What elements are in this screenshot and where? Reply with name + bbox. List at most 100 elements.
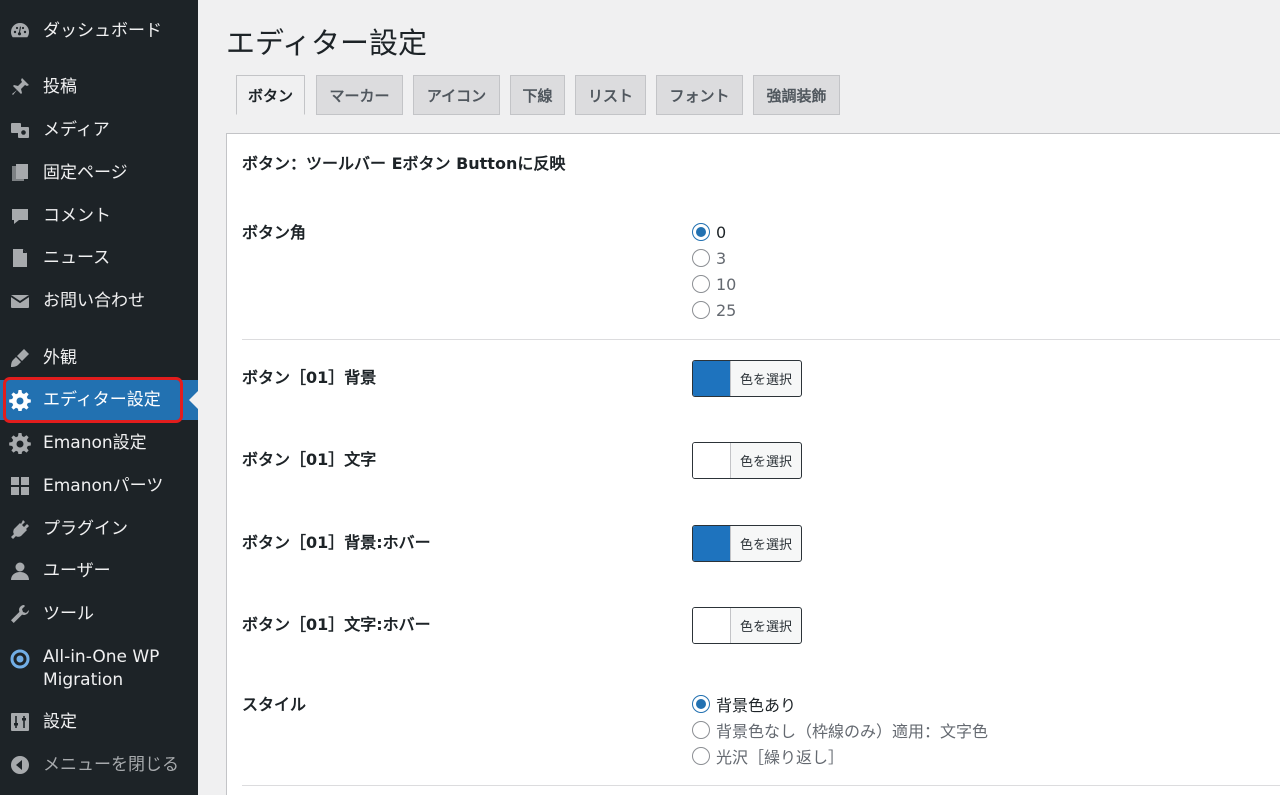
comment-icon [9,205,31,227]
gear-icon [9,389,31,411]
text-hover-color-picker[interactable]: 色を選択 [692,607,802,644]
text-hover-color-label: ボタン［01］文字:ホバー [242,615,431,634]
style-option-outline[interactable]: 背景色なし（枠線のみ）適用：文字色 [692,717,988,743]
style-label: スタイル [242,695,307,714]
color-picker-label: 色を選択 [739,620,792,635]
sidebar-item-all-in-one-migration[interactable]: All-in-One WP Migration [0,646,198,694]
mail-icon [9,290,31,312]
corner-option-3[interactable]: 3 [692,245,736,271]
active-indicator [189,391,198,409]
sidebar-item-plugins[interactable]: プラグイン [0,517,198,541]
sidebar-item-editor-settings[interactable]: エディター設定 [0,380,198,420]
sidebar-item-label: 設定 [43,711,77,732]
sidebar-item-label: Emanon設定 [43,432,147,453]
sidebar-item-emanon-settings[interactable]: Emanon設定 [0,431,198,455]
gear-icon [9,432,31,454]
sidebar-item-emanon-parts[interactable]: Emanonパーツ [0,474,198,498]
radio-label: 光沢［繰り返し］ [716,748,845,767]
settings-panel: ボタン：ツールバー Eボタン Buttonに反映 ボタン角 0 3 10 25 … [226,133,1280,795]
bg-hover-color-label: ボタン［01］背景:ホバー [242,533,431,552]
color-swatch [693,526,731,561]
media-icon [9,119,31,141]
sidebar-item-label: コメント [43,205,111,226]
section-title: ボタン：ツールバー Eボタン Buttonに反映 [242,154,566,173]
pages-icon [9,162,31,184]
sidebar-item-users[interactable]: ユーザー [0,559,198,583]
sidebar-item-news[interactable]: ニュース [0,246,198,270]
wrench-icon [9,603,31,625]
radio-label: 10 [716,274,737,294]
sidebar-item-dashboard[interactable]: ダッシュボード [0,19,198,43]
color-picker-label: 色を選択 [739,373,792,388]
sidebar-item-contact[interactable]: お問い合わせ [0,289,198,313]
corner-option-10[interactable]: 10 [692,271,736,297]
radio-indicator [692,223,710,241]
sidebar-item-label: ユーザー [43,560,111,581]
settings-icon [9,711,31,733]
style-radio-group: 背景色あり 背景色なし（枠線のみ）適用：文字色 光沢［繰り返し］ [692,691,988,769]
pin-icon [9,76,31,98]
radio-indicator [692,301,710,319]
dashboard-icon [9,20,31,42]
sidebar-item-label: ダッシュボード [43,20,162,41]
divider [242,339,1280,340]
migration-icon [9,648,31,670]
radio-indicator [692,275,710,293]
tab-font[interactable]: フォント [656,75,743,115]
news-icon [9,247,31,269]
corner-option-0[interactable]: 0 [692,219,736,245]
bg-color-picker[interactable]: 色を選択 [692,360,802,397]
color-swatch [693,361,731,396]
divider [242,785,1280,786]
tab-button[interactable]: ボタン [236,75,305,115]
grid-icon [9,475,31,497]
sidebar-item-label: 固定ページ [43,162,128,183]
radio-indicator [692,249,710,267]
radio-label: 0 [716,222,727,242]
tab-list[interactable]: リスト [575,75,646,115]
appearance-icon [9,347,31,369]
radio-label: 3 [716,248,727,268]
corner-radio-group: 0 3 10 25 [692,219,736,323]
tab-underline[interactable]: 下線 [510,75,565,115]
admin-sidebar: ダッシュボード 投稿 メディア 固定ページ コメント ニュース お問い合わせ 外… [0,0,198,795]
sidebar-item-label: ツール [43,603,94,624]
sidebar-item-label: お問い合わせ [43,290,145,311]
style-option-filled[interactable]: 背景色あり [692,691,988,717]
radio-label: 25 [716,300,737,320]
text-color-picker[interactable]: 色を選択 [692,442,802,479]
tab-icon[interactable]: アイコン [413,75,500,115]
sidebar-item-label: メディア [43,119,110,140]
sidebar-item-label: プラグイン [43,518,128,539]
tab-marker[interactable]: マーカー [316,75,403,115]
page-title: エディター設定 [226,26,427,60]
bg-color-label: ボタン［01］背景 [242,368,377,387]
sidebar-item-pages[interactable]: 固定ページ [0,161,198,185]
sidebar-item-label: All-in-One WP Migration [43,647,160,690]
color-picker-label: 色を選択 [739,455,792,470]
corner-label: ボタン角 [242,223,307,242]
sidebar-item-tools[interactable]: ツール [0,602,198,626]
radio-indicator [692,695,710,713]
style-option-gloss[interactable]: 光沢［繰り返し］ [692,743,988,769]
color-swatch [693,608,731,643]
corner-option-25[interactable]: 25 [692,297,736,323]
sidebar-item-label: ニュース [43,247,111,268]
tab-emphasis[interactable]: 強調装飾 [753,75,840,115]
radio-label: 背景色なし（枠線のみ）適用：文字色 [716,722,989,741]
radio-indicator [692,721,710,739]
sidebar-item-comments[interactable]: コメント [0,204,198,228]
sidebar-item-posts[interactable]: 投稿 [0,75,198,99]
text-color-label: ボタン［01］文字 [242,450,377,469]
color-swatch [693,443,731,478]
sidebar-item-appearance[interactable]: 外観 [0,346,198,370]
bg-hover-color-picker[interactable]: 色を選択 [692,525,802,562]
collapse-icon [9,754,31,776]
sidebar-item-label: エディター設定 [43,389,161,410]
sidebar-item-media[interactable]: メディア [0,118,198,142]
user-icon [9,560,31,582]
sidebar-item-label: 外観 [43,347,77,368]
sidebar-item-settings[interactable]: 設定 [0,710,198,734]
sidebar-collapse-menu[interactable]: メニューを閉じる [0,753,198,777]
sidebar-item-label: 投稿 [43,76,77,97]
